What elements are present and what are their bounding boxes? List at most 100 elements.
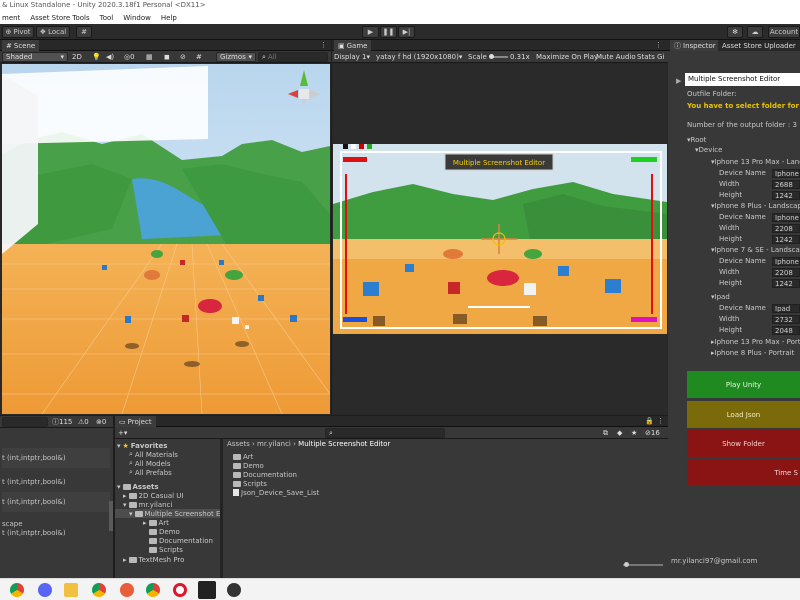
chrome-icon[interactable] [146,583,160,597]
resolution-dropdown[interactable]: yatay f hd (1920x1080) ▾ [376,52,462,62]
tree-item-2d-casual-ui[interactable]: ▸ 2D Casual UI [123,491,227,500]
cloud-button[interactable]: ☁ [747,26,763,38]
menu-dots-icon[interactable]: ⋮ [657,417,664,425]
console-entry[interactable]: t (int,intptr,bool&) [2,529,66,537]
tab-scene[interactable]: # Scene [2,40,40,51]
file-item-documentation[interactable]: Documentation [233,470,337,479]
menu-item-window[interactable]: Window [123,14,151,22]
play-button[interactable]: ▶ [362,26,379,38]
load-json-button[interactable]: Load Json [687,401,800,428]
tab-inspector[interactable]: ⓘ Inspector [670,40,720,51]
device-foldout-1[interactable]: ▾ Iphone 8 Plus - Landscape [711,200,800,211]
unity-icon[interactable] [227,583,241,597]
maximize-on-play-toggle[interactable]: Maximize On Play [536,52,598,62]
chrome-icon[interactable] [10,583,24,597]
account-button[interactable]: Account [768,26,800,38]
assets-foldout[interactable]: ▾ Assets [117,482,221,491]
width-field-1[interactable]: 2208 [772,224,800,233]
menu-item-component[interactable]: ment [2,14,20,22]
favorites-foldout[interactable]: ▾ ★ Favorites [117,441,221,450]
height-field-3[interactable]: 2048 [772,326,800,335]
pivot-button[interactable]: ⊕ Pivot [2,26,34,38]
device-foldout-collapsed-0[interactable]: ▸ Iphone 13 Pro Max - Portra [711,336,800,347]
breadcrumb-assets[interactable]: Assets [227,440,250,448]
paint-icon[interactable] [120,583,134,597]
pause-button[interactable]: ❚❚ [380,26,397,38]
tree-item-multiple-screenshot-editor[interactable]: ▾ Multiple Screenshot E [115,509,221,518]
play-unity-button[interactable]: Play Unity [687,371,800,398]
file-item-art[interactable]: Art [233,452,337,461]
gizmos-toggle[interactable]: Gi [657,52,664,62]
stats-toggle[interactable]: Stats [637,52,655,62]
width-field-2[interactable]: 2208 [772,268,800,277]
shading-dropdown[interactable]: Shaded ▾ [2,52,68,62]
2d-toggle[interactable]: 2D [72,52,82,62]
show-folder-button[interactable]: Show Folder [687,430,800,457]
device-name-field-2[interactable]: Iphone 7 [772,257,800,266]
errors-toggle[interactable]: ⚠ 0 [78,417,89,427]
effects-dropdown[interactable]: ▦ [146,52,153,62]
device-foldout[interactable]: ▾ Device [695,144,722,155]
unity-hub-icon[interactable] [198,581,216,599]
icon-size-slider-handle[interactable] [624,562,629,567]
create-button[interactable]: +▾ [118,428,127,438]
audio-toggle[interactable]: ◀) [106,52,114,62]
discord-icon[interactable] [38,583,52,597]
lock-icon[interactable]: 🔒 [645,417,654,425]
tab-game[interactable]: ▣ Game [334,40,372,51]
device-foldout-collapsed-1[interactable]: ▸ Iphone 8 Plus - Portrait [711,347,794,358]
scene-viewport[interactable] [2,64,330,414]
project-search-input[interactable]: ⌕ [325,428,445,438]
console-entry[interactable]: t (int,intptr,bool&) [2,492,110,512]
editor-title-field[interactable]: Multiple Screenshot Editor [685,73,800,86]
device-name-field-3[interactable]: Ipad [772,304,800,313]
height-field-1[interactable]: 1242 [772,235,800,244]
width-field-3[interactable]: 2732 [772,315,800,324]
file-item-json-device-save-list[interactable]: Json_Device_Save_List [233,488,337,497]
gizmos-dropdown[interactable]: Gizmos ▾ [216,52,256,62]
breadcrumb-mr-yilanci[interactable]: mr.yilanci [257,440,291,448]
mute-audio-toggle[interactable]: Mute Audio [596,52,636,62]
display-dropdown[interactable]: Display 1 ▾ [334,52,370,62]
device-foldout-3[interactable]: ▾ Ipad [711,291,730,302]
console-entry[interactable]: t (int,intptr,bool&) [2,478,66,486]
fx-toggle[interactable]: ◎ 0 [124,52,135,62]
console-search-input[interactable] [2,417,48,427]
favorite-toggle[interactable]: ★ [631,428,637,438]
device-name-field-0[interactable]: Iphone 1 [772,169,800,178]
width-field-0[interactable]: 2688 [772,180,800,189]
tree-item-textmesh-pro[interactable]: ▸ TextMesh Pro [123,555,227,564]
file-item-scripts[interactable]: Scripts [233,479,337,488]
expand-arrow-icon[interactable]: ▶ [676,77,681,85]
tree-item-all-prefabs[interactable]: ⌕ All Prefabs [129,468,233,477]
game-viewport[interactable]: Multiple Screenshot Editor [333,64,667,414]
file-item-demo[interactable]: Demo [233,461,337,470]
tree-item-all-models[interactable]: ⌕ All Models [129,459,233,468]
menu-dots-icon[interactable]: ⋮ [320,41,327,49]
tree-item-all-materials[interactable]: ⌕ All Materials [129,450,233,459]
tree-item-mr-yilanci[interactable]: ▾ mr.yilanci [123,500,227,509]
opera-icon[interactable] [173,583,187,597]
hidden-objects[interactable]: ⊘ [180,52,186,62]
collab-button[interactable]: ✻ [727,26,743,38]
console-scrollbar[interactable] [109,501,113,531]
filter-by-type[interactable]: ⧉ [603,428,608,438]
scene-search-input[interactable]: ⌕ All [258,52,328,62]
tab-project[interactable]: ▭ Project [115,416,156,427]
device-foldout-0[interactable]: ▾Iphone 13 Pro Max - Landsc [711,156,800,167]
lighting-toggle[interactable]: 💡 [92,52,101,62]
breadcrumb-current[interactable]: Multiple Screenshot Editor [298,440,390,448]
grid-snap-button[interactable]: # [76,26,92,38]
menu-dots-icon[interactable]: ⋮ [655,41,662,49]
filter-by-label[interactable]: ◆ [617,428,622,438]
menu-item-help[interactable]: Help [161,14,177,22]
icon-size-slider[interactable] [623,564,663,566]
grid-toggle[interactable]: # [196,52,202,62]
menu-item-asset-store-tools[interactable]: Asset Store Tools [30,14,89,22]
time-button[interactable]: Time S [687,459,800,486]
tab-asset-store-uploader[interactable]: Asset Store Uploader [718,40,800,51]
scale-slider-handle[interactable] [489,54,494,59]
device-name-field-1[interactable]: Iphone 8 [772,213,800,222]
files-icon[interactable] [64,583,78,597]
warnings-toggle[interactable]: ⓘ 115 [52,417,72,427]
